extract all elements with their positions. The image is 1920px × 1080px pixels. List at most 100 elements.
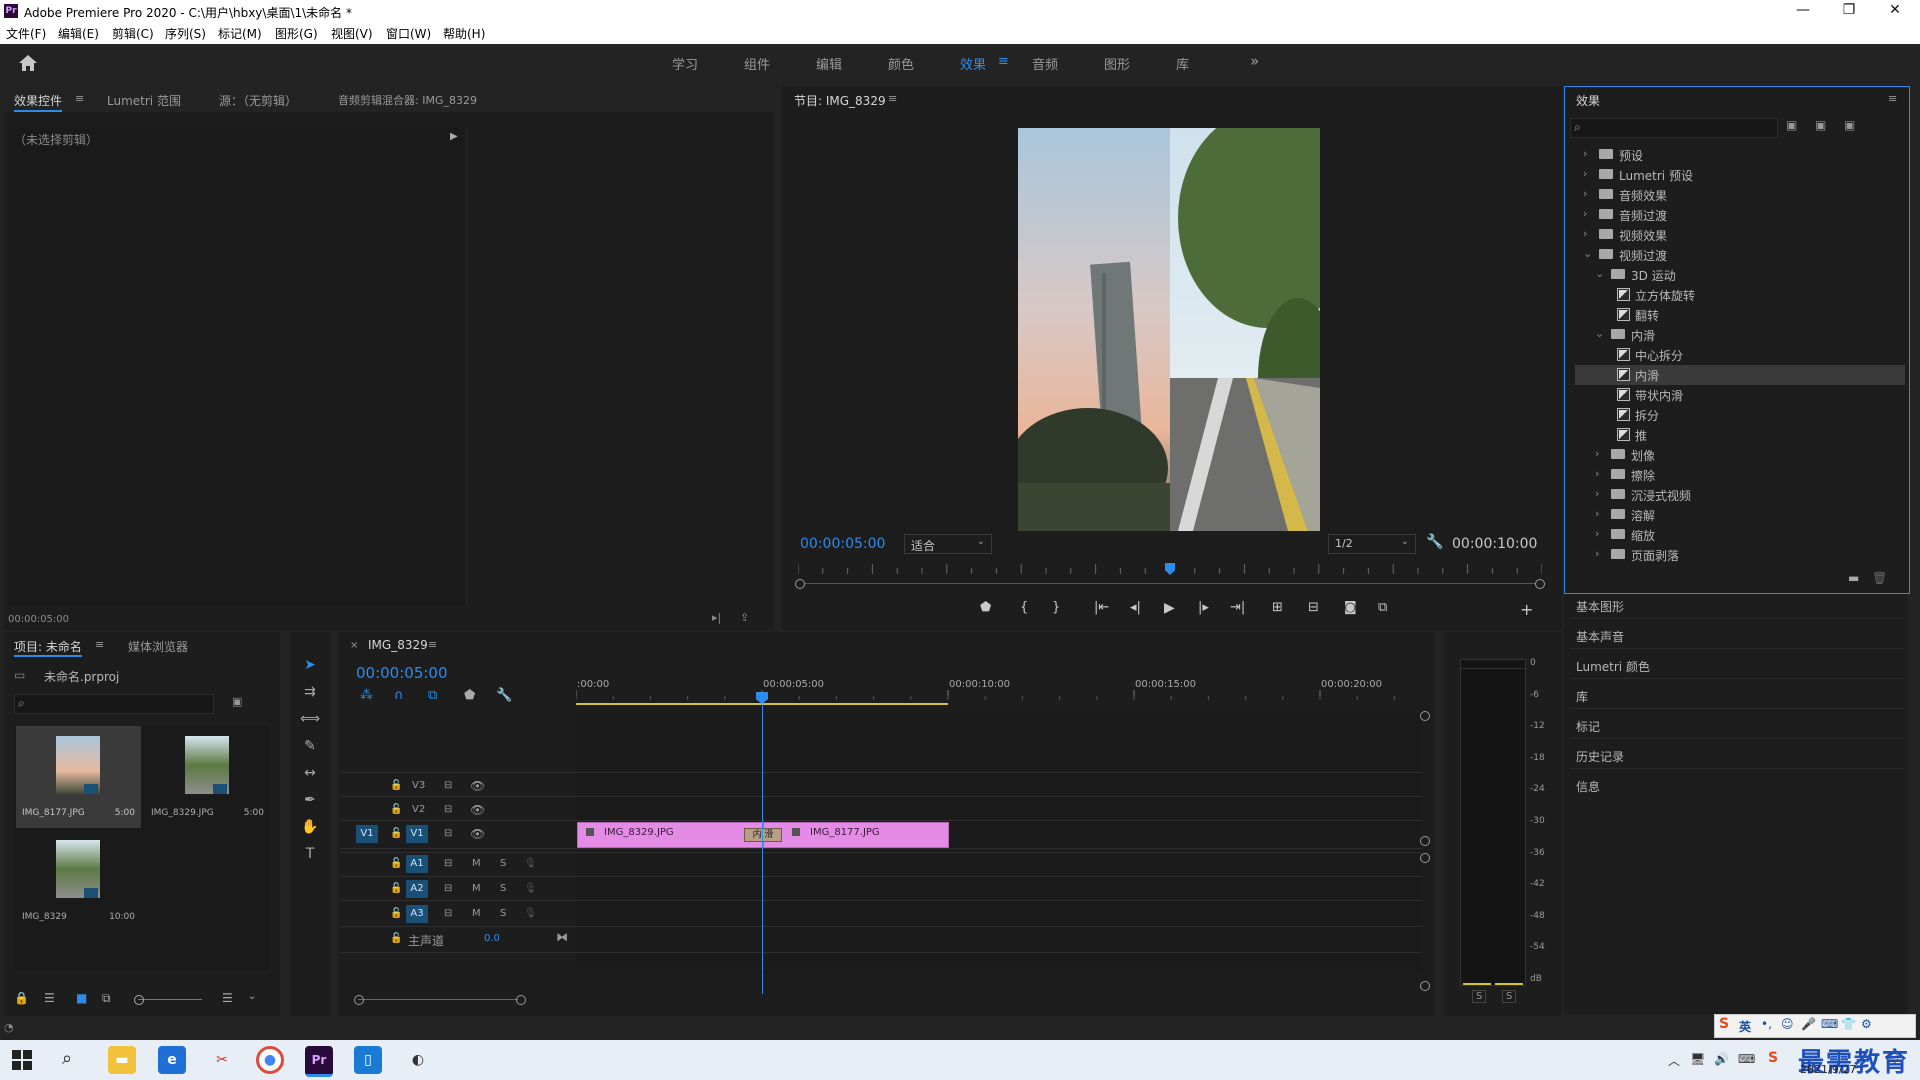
project-menu-icon[interactable]: ≡ [95, 638, 104, 651]
vertical-zoom-handle[interactable] [1420, 853, 1430, 863]
track-sync-icon[interactable]: ⊟ [444, 804, 452, 815]
timeline-ruler[interactable]: :00:00 00:00:05:00 00:00:10:00 00:00:15:00 0… [576, 676, 1426, 706]
track-lock-icon[interactable]: 🔓 [390, 933, 402, 944]
program-current-timecode[interactable]: 00:00:05:00 [800, 536, 885, 552]
workspace-effects[interactable]: 效果 [960, 54, 986, 73]
close-sequence-icon[interactable]: × [350, 640, 358, 651]
effects-tree-item[interactable]: › 页面剥落 [1575, 545, 1905, 565]
zoom-slider-handle[interactable] [134, 995, 144, 1005]
snipping-tool-icon[interactable]: ✂ [208, 1046, 236, 1074]
track-lock-icon[interactable]: 🔓 [390, 883, 402, 894]
razor-tool-icon[interactable]: ✎ [300, 733, 320, 760]
effects-tree-item[interactable]: 带状内滑 [1575, 385, 1905, 405]
track-eye-icon[interactable]: 👁 [470, 779, 485, 793]
export-frame-camera-icon[interactable]: ◙ [1344, 600, 1357, 615]
program-video-frame[interactable] [1018, 128, 1320, 531]
add-marker-icon[interactable]: ⬟ [980, 600, 991, 615]
effects-tree-item[interactable]: › 视频效果 [1575, 225, 1905, 245]
file-explorer-icon[interactable]: ▬ [108, 1046, 136, 1074]
minimize-icon[interactable]: — [1780, 0, 1826, 22]
sequence-menu-icon[interactable]: ≡ [428, 638, 437, 651]
mute-button[interactable]: M [472, 883, 481, 894]
timeline-clip[interactable]: IMG_8177.JPG [763, 822, 949, 848]
effects-tree-item[interactable]: › 缩放 [1575, 525, 1905, 545]
solo-button[interactable]: S [500, 883, 506, 894]
track-lock-icon[interactable]: 🔓 [390, 780, 402, 791]
zoom-slider[interactable] [138, 999, 202, 1000]
ripple-edit-tool-icon[interactable]: ⟺ [300, 706, 320, 733]
add-marker-icon[interactable]: ⬟ [464, 688, 475, 703]
source-patch-v1[interactable]: V1 [356, 825, 378, 843]
solo-button[interactable]: S [500, 858, 506, 869]
voiceover-mic-icon[interactable]: 🎙 [524, 858, 537, 869]
workspace-graphics[interactable]: 图形 [1104, 54, 1130, 73]
menu-sequence[interactable]: 序列(S) [165, 25, 206, 42]
tab-media-browser[interactable]: 媒体浏览器 [128, 638, 188, 655]
project-item[interactable]: IMG_8329.JPG 5:00 [145, 726, 270, 828]
scroll-handle-right[interactable] [516, 995, 526, 1005]
voiceover-mic-icon[interactable]: 🎙 [524, 883, 537, 894]
step-back-icon[interactable]: ◂| [1130, 600, 1141, 615]
pen-tool-icon[interactable]: ✒ [300, 787, 320, 814]
snap-magnet-icon[interactable]: ∩ [394, 688, 404, 703]
vertical-zoom-handle[interactable] [1420, 711, 1430, 721]
effects-tree-item[interactable]: › 音频过渡 [1575, 205, 1905, 225]
effects-tree-item[interactable]: › 预设 [1575, 145, 1905, 165]
expand-arrow-icon[interactable]: ▶ [450, 131, 458, 142]
lock-icon[interactable]: 🔒 [14, 991, 29, 1005]
32bit-effects-icon[interactable]: ▣ [1815, 118, 1826, 132]
tab-source[interactable]: 源：（无剪辑） [219, 92, 297, 109]
project-item[interactable]: IMG_8177.JPG 5:00 [16, 726, 141, 828]
workspace-assembly[interactable]: 组件 [744, 54, 770, 73]
keyboard-icon[interactable]: ⌨ [1821, 1017, 1838, 1031]
effects-tree-item[interactable]: › 沉浸式视频 [1575, 485, 1905, 505]
track-label-a1[interactable]: A1 [406, 855, 428, 873]
meter-solo-left-button[interactable]: S [1472, 990, 1487, 1003]
tab-effect-controls[interactable]: 效果控件 [14, 92, 63, 112]
effects-tree-item[interactable]: › 擦除 [1575, 465, 1905, 485]
wrench-icon[interactable]: 🔧 [1426, 534, 1443, 550]
fit-dropdown[interactable]: 适合 ⌄ [904, 534, 992, 554]
sogou-logo-icon[interactable]: S [1719, 1016, 1729, 1032]
menu-view[interactable]: 视图(V) [331, 25, 373, 42]
chevron-right-icon[interactable]: › [1583, 167, 1587, 180]
panel-info[interactable]: 信息 [1576, 778, 1600, 795]
track-label-a2[interactable]: A2 [406, 880, 428, 898]
track-sync-icon[interactable]: ⊟ [444, 828, 452, 839]
go-to-out-icon[interactable]: ⇥| [1230, 600, 1245, 615]
track-sync-icon[interactable]: ⊟ [444, 883, 452, 894]
photos-app-icon[interactable]: ◐ [404, 1046, 432, 1074]
yuv-effects-icon[interactable]: ▣ [1844, 118, 1855, 132]
maximize-icon[interactable]: ❐ [1826, 0, 1872, 22]
voiceover-mic-icon[interactable]: 🎙 [524, 908, 537, 919]
effect-controls-menu-icon[interactable]: ≡ [75, 92, 84, 105]
track-sync-icon[interactable]: ⊟ [444, 908, 452, 919]
workspace-editing[interactable]: 编辑 [816, 54, 842, 73]
tab-lumetri-scopes[interactable]: Lumetri 范围 [107, 92, 181, 109]
icon-view-icon[interactable]: ■ [76, 991, 87, 1005]
master-volume-value[interactable]: 0.0 [484, 933, 500, 944]
workspace-learn[interactable]: 学习 [672, 54, 698, 73]
chevron-up-icon[interactable]: ︿ [1668, 1052, 1680, 1069]
track-sync-icon[interactable]: ⊟ [444, 858, 452, 869]
ime-tray-icon[interactable]: ⌨ [1738, 1052, 1755, 1066]
menu-window[interactable]: 窗口(W) [386, 25, 431, 42]
chrome-icon[interactable]: ● [256, 1046, 284, 1074]
hand-tool-icon[interactable]: ✋ [300, 814, 320, 841]
selection-tool-icon[interactable]: ➤ [300, 652, 320, 679]
share-icon[interactable]: ⇪ [740, 611, 749, 624]
project-search-input[interactable]: ⌕ [14, 694, 214, 714]
timeline-clip[interactable]: IMG_8329.JPG [577, 822, 765, 848]
effects-tree-item[interactable]: 推 [1575, 425, 1905, 445]
track-lock-icon[interactable]: 🔓 [390, 804, 402, 815]
workspace-menu-icon[interactable]: ≡ [998, 54, 1009, 69]
list-view-icon[interactable]: ☰ [44, 991, 55, 1005]
solo-button[interactable]: S [500, 908, 506, 919]
zoom-handle-right[interactable] [1535, 579, 1545, 589]
program-zoom-bar[interactable] [798, 583, 1542, 584]
mute-button[interactable]: M [472, 858, 481, 869]
export-frame-icon[interactable]: ▸| [712, 611, 721, 624]
slip-tool-icon[interactable]: ↔ [300, 760, 320, 787]
punctuation-icon[interactable]: •, [1761, 1017, 1772, 1031]
effects-tree-item[interactable]: 中心拆分 [1575, 345, 1905, 365]
